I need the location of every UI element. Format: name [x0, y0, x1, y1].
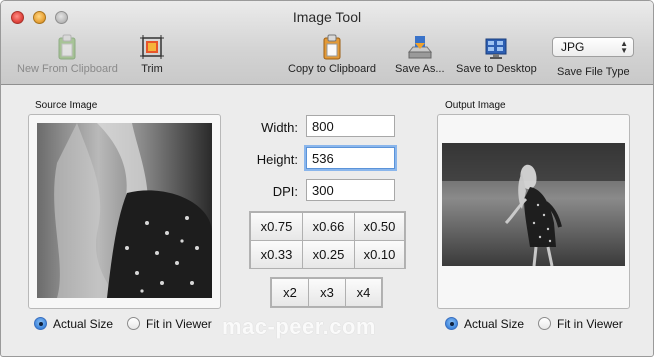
output-fit-in-viewer-radio[interactable]: Fit in Viewer	[538, 317, 623, 331]
output-image-title: Output Image	[445, 100, 506, 111]
save-as-label: Save As...	[395, 63, 445, 75]
output-image	[442, 143, 625, 266]
scale-025-button[interactable]: x0.25	[302, 240, 355, 269]
width-label: Width:	[261, 120, 298, 135]
source-actual-size-radio[interactable]: Actual Size	[34, 317, 113, 331]
save-to-desktop-button[interactable]: Save to Desktop	[456, 33, 537, 75]
height-label: Height:	[256, 152, 298, 167]
image-tool-window: Image Tool New From Clipboard Trim Copy …	[0, 0, 654, 357]
file-type-select[interactable]: JPG ▲ ▼	[552, 37, 634, 57]
scale-010-button[interactable]: x0.10	[354, 240, 405, 269]
radio-selected-icon	[34, 317, 47, 330]
dpi-field[interactable]: 300	[306, 179, 395, 201]
updown-arrows-icon: ▲ ▼	[620, 39, 628, 55]
radio-unselected-icon	[127, 317, 140, 330]
height-field[interactable]: 536	[306, 147, 395, 169]
trim-label: Trim	[141, 63, 163, 75]
source-fit-in-viewer-label: Fit in Viewer	[146, 317, 212, 331]
copy-to-clipboard-button[interactable]: Copy to Clipboard	[288, 33, 376, 75]
scale-button-grid: x0.75 x0.66 x0.50 x0.33 x0.25 x0.10	[249, 211, 406, 269]
scale-050-button[interactable]: x0.50	[354, 212, 405, 241]
file-type-value: JPG	[561, 40, 585, 54]
source-image-viewer[interactable]	[28, 114, 221, 309]
radio-unselected-icon	[538, 317, 551, 330]
dpi-label: DPI:	[272, 184, 298, 199]
source-actual-size-label: Actual Size	[53, 317, 114, 331]
output-actual-size-radio[interactable]: Actual Size	[445, 317, 524, 331]
scale-x4-button[interactable]: x4	[345, 278, 382, 307]
watermark: mac-peer.com	[222, 314, 376, 339]
save-to-desktop-label: Save to Desktop	[456, 63, 537, 75]
output-image-viewer[interactable]	[437, 114, 630, 309]
save-drive-icon	[407, 36, 432, 59]
copy-to-clipboard-label: Copy to Clipboard	[288, 63, 377, 75]
output-fit-in-viewer-label: Fit in Viewer	[557, 317, 623, 331]
source-fit-in-viewer-radio[interactable]: Fit in Viewer	[127, 317, 212, 331]
new-from-clipboard-label: New From Clipboard	[17, 63, 118, 75]
save-file-type-label: Save File Type	[557, 66, 630, 78]
source-image	[37, 123, 212, 298]
trim-button[interactable]: Trim	[138, 33, 166, 75]
width-field[interactable]: 800	[306, 115, 395, 137]
trim-icon	[140, 35, 164, 59]
radio-selected-icon	[445, 317, 458, 330]
output-actual-size-label: Actual Size	[464, 317, 525, 331]
clipboard-icon	[58, 34, 76, 60]
multiply-button-group: x2 x3 x4	[270, 277, 383, 308]
window-title: Image Tool	[292, 9, 362, 25]
new-from-clipboard-button[interactable]: New From Clipboard	[17, 33, 118, 75]
scale-x2-button[interactable]: x2	[271, 278, 309, 307]
scale-033-button[interactable]: x0.33	[250, 240, 303, 269]
desktop-icon	[485, 38, 507, 59]
save-as-button[interactable]: Save As...	[395, 33, 445, 75]
clipboard-icon	[323, 34, 341, 60]
scale-066-button[interactable]: x0.66	[302, 212, 355, 241]
toolbar: Image Tool New From Clipboard Trim Copy …	[1, 1, 653, 85]
source-image-title: Source Image	[35, 100, 98, 111]
scale-x3-button[interactable]: x3	[308, 278, 346, 307]
scale-075-button[interactable]: x0.75	[250, 212, 303, 241]
